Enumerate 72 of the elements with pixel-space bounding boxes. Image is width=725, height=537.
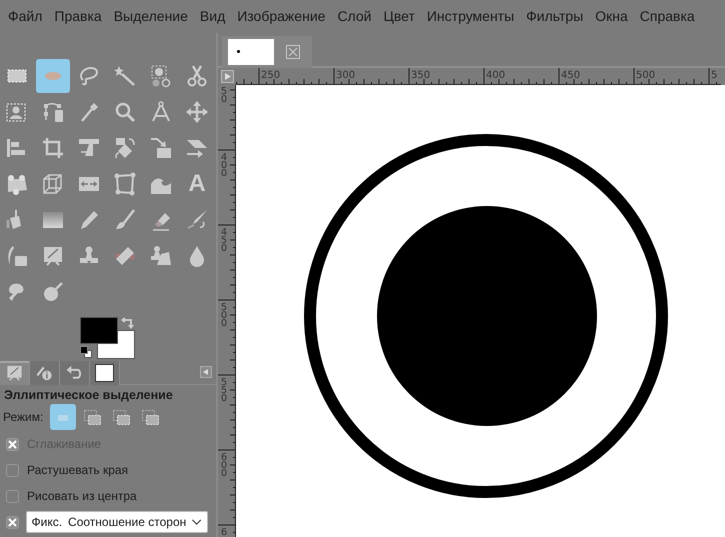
checkbox[interactable] bbox=[6, 516, 19, 528]
selection-mode-icon bbox=[142, 410, 160, 426]
image-tab[interactable] bbox=[222, 36, 312, 68]
lasso-icon bbox=[77, 64, 101, 88]
frying-pan-icon bbox=[41, 280, 65, 304]
image-thumbnail bbox=[228, 39, 274, 65]
scale-icon bbox=[149, 136, 173, 160]
menu-item[interactable]: Изображение bbox=[231, 0, 332, 33]
path-nodes-icon bbox=[41, 100, 65, 124]
menu-item[interactable]: Вид bbox=[194, 0, 232, 33]
selection-mode-icon bbox=[58, 414, 68, 421]
crop-icon bbox=[41, 136, 65, 160]
bandage-icon bbox=[113, 244, 137, 268]
checkbox[interactable] bbox=[6, 464, 19, 476]
easel-icon bbox=[5, 363, 24, 383]
ruler-label: 300 bbox=[336, 70, 356, 81]
ruler-label: 6 bbox=[221, 527, 228, 537]
default-colors-icon[interactable] bbox=[80, 346, 93, 359]
dropdown-value: Соотношение сторон bbox=[68, 514, 186, 531]
ruler-label: 600 bbox=[221, 452, 228, 479]
fixed-label: Фикс. bbox=[32, 514, 62, 531]
selection-mode-icon bbox=[112, 410, 130, 426]
menu-item[interactable]: Слой bbox=[331, 0, 378, 33]
brush-icon bbox=[113, 208, 137, 232]
search-icon bbox=[113, 100, 137, 124]
menu-item[interactable]: Правка bbox=[48, 0, 108, 33]
ruler-label: 5 bbox=[711, 70, 718, 81]
ruler-label: 250 bbox=[261, 70, 280, 81]
chevron-down-icon bbox=[192, 519, 202, 525]
selection-mode-icon bbox=[84, 410, 101, 426]
menu-item[interactable]: Фильтры bbox=[520, 0, 590, 33]
ruler-label: 450 bbox=[561, 70, 580, 81]
letter-a-icon: A bbox=[188, 172, 206, 196]
ruler-label: 400 bbox=[221, 152, 228, 179]
swap-arrows-icon[interactable] bbox=[121, 316, 135, 330]
stamp-perspective-icon bbox=[149, 244, 173, 268]
ruler-label: 500 bbox=[221, 302, 228, 329]
aspect-dropdown[interactable]: Фикс. Соотношение сторон bbox=[26, 511, 208, 533]
ruler-label: 550 bbox=[221, 377, 228, 404]
mode-button[interactable] bbox=[50, 404, 76, 430]
menu-item[interactable]: Справка bbox=[634, 0, 701, 33]
move-arrows-icon bbox=[185, 100, 209, 124]
ruler-label: 400 bbox=[486, 70, 506, 81]
image-thumbnail bbox=[95, 364, 114, 382]
menu-item[interactable]: Выделение bbox=[108, 0, 194, 33]
magic-wand-icon bbox=[113, 64, 137, 88]
close-icon[interactable] bbox=[286, 45, 300, 59]
menu-item[interactable]: Файл bbox=[2, 0, 48, 33]
ruler-label: 50 bbox=[221, 86, 228, 105]
mode-label: Режим: bbox=[3, 409, 44, 426]
handle-transform-icon bbox=[5, 172, 29, 196]
cage-icon bbox=[113, 172, 137, 196]
cube-icon bbox=[41, 172, 65, 196]
ruler-label: 500 bbox=[636, 70, 656, 81]
easel-icon bbox=[41, 244, 65, 268]
menu-item[interactable]: Цвет bbox=[377, 0, 421, 33]
checkbox[interactable] bbox=[6, 490, 19, 502]
rotate-icon bbox=[113, 136, 137, 160]
menu-item[interactable]: Окна bbox=[589, 0, 634, 33]
scissors-icon bbox=[185, 64, 209, 88]
color-swatches-drawing[interactable] bbox=[80, 317, 135, 359]
checkbox-label: Рисовать из центра bbox=[27, 488, 137, 505]
menu-item[interactable]: Инструменты bbox=[420, 0, 520, 33]
dotted-selection-icon bbox=[149, 64, 173, 88]
panel-menu-icon[interactable] bbox=[200, 366, 212, 378]
checkbox-label: Растушевать края bbox=[27, 462, 128, 479]
dock-tab[interactable] bbox=[90, 361, 120, 385]
tool-button[interactable]: A bbox=[180, 167, 214, 201]
ruler-label: 450 bbox=[221, 227, 228, 254]
navigate-icon[interactable] bbox=[220, 70, 234, 83]
tool-options-title: Эллиптическое выделение bbox=[3, 387, 174, 403]
ruler-label: 350 bbox=[411, 70, 430, 81]
